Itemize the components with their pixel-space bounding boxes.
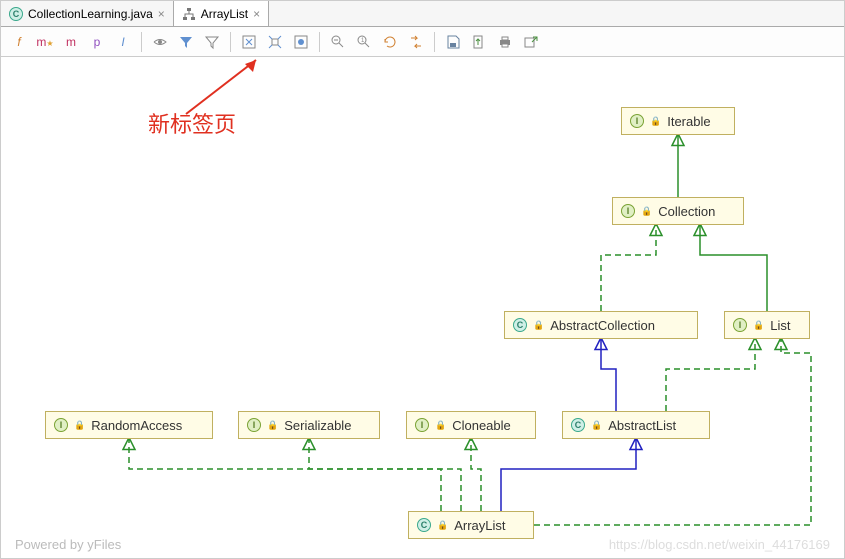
tab-label: ArrayList <box>201 7 248 21</box>
node-randomaccess[interactable]: I 🔒 RandomAccess <box>45 411 213 439</box>
collapse-icon[interactable] <box>289 30 313 54</box>
m-star-icon[interactable]: m★ <box>33 30 57 54</box>
footer-powered: Powered by yFiles <box>15 537 121 552</box>
diagram-canvas[interactable]: 新标签页 I 🔒 Iterable I 🔒 Collection C 🔒 AbstractCol… <box>1 57 844 558</box>
print-icon[interactable] <box>493 30 517 54</box>
annotation-label: 新标签页 <box>148 107 236 139</box>
lock-icon: 🔒 <box>753 320 764 331</box>
tab-label: CollectionLearning.java <box>28 7 153 21</box>
flip-icon[interactable] <box>404 30 428 54</box>
node-label: List <box>770 318 790 333</box>
node-arraylist[interactable]: C 🔒 ArrayList <box>408 511 534 539</box>
tab-arraylist[interactable]: ArrayList × <box>174 1 269 26</box>
zoom-out-icon[interactable] <box>326 30 350 54</box>
zoom-fit-icon[interactable] <box>237 30 261 54</box>
node-label: AbstractList <box>608 418 676 433</box>
open-icon[interactable] <box>467 30 491 54</box>
node-label: Iterable <box>667 114 710 129</box>
refresh-icon[interactable] <box>378 30 402 54</box>
node-serializable[interactable]: I 🔒 Serializable <box>238 411 380 439</box>
lock-icon: 🔒 <box>437 520 448 531</box>
export-icon[interactable] <box>519 30 543 54</box>
eye-icon[interactable] <box>148 30 172 54</box>
interface-icon: I <box>415 418 429 432</box>
tab-bar: C CollectionLearning.java × ArrayList × <box>1 1 844 27</box>
diagram-icon <box>182 7 196 21</box>
lock-icon: 🔒 <box>74 420 85 431</box>
class-icon: C <box>9 7 23 21</box>
toolbar: f m★ m p I 1 <box>1 27 844 57</box>
close-icon[interactable]: × <box>253 7 260 21</box>
footer-watermark: https://blog.csdn.net/weixin_44176169 <box>609 537 830 552</box>
lock-icon: 🔒 <box>650 116 661 127</box>
class-icon: C <box>513 318 527 332</box>
lock-icon: 🔒 <box>435 420 446 431</box>
i-icon[interactable]: I <box>111 30 135 54</box>
node-label: ArrayList <box>454 518 505 533</box>
save-icon[interactable] <box>441 30 465 54</box>
node-abstractlist[interactable]: C 🔒 AbstractList <box>562 411 710 439</box>
node-collection[interactable]: I 🔒 Collection <box>612 197 744 225</box>
lock-icon: 🔒 <box>591 420 602 431</box>
node-label: Serializable <box>284 418 351 433</box>
separator <box>434 32 435 52</box>
node-cloneable[interactable]: I 🔒 Cloneable <box>406 411 536 439</box>
interface-icon: I <box>247 418 261 432</box>
separator <box>319 32 320 52</box>
lock-icon: 🔒 <box>641 206 652 217</box>
interface-icon: I <box>621 204 635 218</box>
node-label: RandomAccess <box>91 418 182 433</box>
interface-icon: I <box>733 318 747 332</box>
tab-collectionlearning[interactable]: C CollectionLearning.java × <box>1 1 174 26</box>
node-abstractcollection[interactable]: C 🔒 AbstractCollection <box>504 311 698 339</box>
node-label: AbstractCollection <box>550 318 655 333</box>
f-icon[interactable]: f <box>7 30 31 54</box>
node-iterable[interactable]: I 🔒 Iterable <box>621 107 735 135</box>
expand-icon[interactable] <box>263 30 287 54</box>
zoom-actual-icon[interactable]: 1 <box>352 30 376 54</box>
node-list[interactable]: I 🔒 List <box>724 311 810 339</box>
class-icon: C <box>417 518 431 532</box>
node-label: Cloneable <box>452 418 511 433</box>
class-icon: C <box>571 418 585 432</box>
funnel-icon[interactable] <box>200 30 224 54</box>
separator <box>141 32 142 52</box>
filter-icon[interactable] <box>174 30 198 54</box>
interface-icon: I <box>54 418 68 432</box>
lock-icon: 🔒 <box>533 320 544 331</box>
separator <box>230 32 231 52</box>
close-icon[interactable]: × <box>158 7 165 21</box>
p-icon[interactable]: p <box>85 30 109 54</box>
lock-icon: 🔒 <box>267 420 278 431</box>
m-icon[interactable]: m <box>59 30 83 54</box>
interface-icon: I <box>630 114 644 128</box>
node-label: Collection <box>658 204 715 219</box>
